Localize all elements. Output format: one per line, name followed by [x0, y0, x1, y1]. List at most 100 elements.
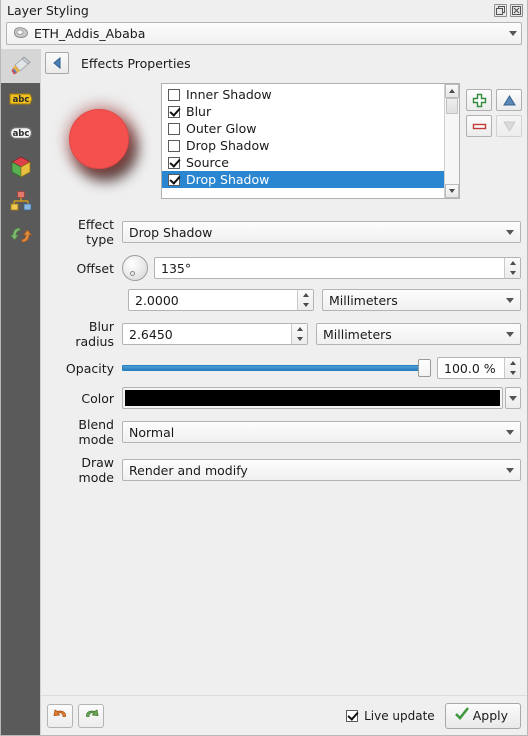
opacity-value: 100.0 % [444, 360, 496, 376]
chevron-down-icon [506, 429, 514, 435]
chevron-down-icon [506, 467, 514, 473]
color-label: Color [81, 390, 114, 406]
offset-angle-row: Offset 135° [47, 255, 521, 281]
blur-radius-spinbox[interactable]: 2.6450 [122, 323, 308, 345]
scrollbar-thumb[interactable] [446, 98, 458, 114]
float-window-icon[interactable] [494, 4, 507, 17]
list-item[interactable]: Source [162, 154, 444, 171]
sidebar-item-masks[interactable]: abc [1, 117, 41, 151]
draw-mode-combo[interactable]: Render and modify [122, 459, 521, 481]
opacity-spinbox[interactable]: 100.0 % [437, 357, 521, 379]
stepper-down-icon[interactable] [505, 368, 520, 378]
color-button[interactable] [122, 387, 503, 409]
effect-label: Drop Shadow [186, 172, 270, 187]
opacity-slider[interactable] [122, 357, 431, 379]
offset-distance-spinbox[interactable]: 2.0000 [128, 289, 314, 311]
sidebar-item-3d-view[interactable] [1, 151, 41, 185]
color-swatch [125, 390, 500, 406]
scroll-down-icon[interactable] [445, 184, 459, 198]
blend-mode-combo[interactable]: Normal [122, 421, 521, 443]
chevron-down-icon [506, 297, 514, 303]
sidebar-item-actions[interactable] [1, 219, 41, 253]
opacity-label: Opacity [65, 360, 114, 376]
stepper-down-icon[interactable] [298, 300, 313, 310]
stepper-up-icon[interactable] [292, 324, 307, 334]
list-item[interactable]: Outer Glow [162, 120, 444, 137]
sidebar-item-symbology[interactable] [1, 49, 41, 83]
opacity-stepper[interactable] [504, 358, 520, 378]
effects-list-scrollbar[interactable] [444, 84, 459, 198]
apply-button[interactable]: Apply [444, 702, 521, 729]
effect-checkbox[interactable] [168, 88, 180, 101]
color-dropdown-button[interactable] [505, 387, 521, 409]
stepper-up-icon[interactable] [298, 290, 313, 300]
offset-angle-stepper[interactable] [504, 258, 520, 278]
offset-unit-combo[interactable]: Millimeters [322, 289, 521, 311]
stepper-down-icon[interactable] [505, 268, 520, 278]
opacity-row: Opacity 100.0 % [47, 357, 521, 379]
stepper-up-icon[interactable] [505, 258, 520, 268]
scroll-up-icon[interactable] [445, 84, 459, 98]
actions-arrows-icon [9, 223, 33, 250]
slider-handle[interactable] [418, 359, 431, 377]
styling-sidebar: abc abc [1, 49, 41, 735]
effects-list[interactable]: Inner Shadow Blur Outer Glow Drop Shadow… [161, 83, 460, 199]
panel-footer: Live update Apply [41, 695, 527, 735]
chevron-down-icon [506, 229, 514, 235]
offset-distance-row: 2.0000 Millimeters [128, 289, 521, 311]
draw-mode-label: Draw mode [78, 455, 114, 485]
effects-list-items: Inner Shadow Blur Outer Glow Drop Shadow… [162, 84, 444, 198]
live-update-box[interactable] [346, 709, 359, 722]
scrollbar-track[interactable] [445, 98, 459, 184]
list-item-selected[interactable]: Drop Shadow [162, 171, 444, 188]
layer-selector-row: ETH_Addis_Ababa [1, 21, 527, 49]
offset-dial[interactable] [122, 255, 148, 281]
add-effect-button[interactable] [466, 89, 492, 111]
effects-header: Effects Properties [41, 49, 527, 77]
effect-checkbox[interactable] [168, 156, 180, 169]
redo-arrow-icon[interactable] [78, 703, 104, 728]
effect-type-combo[interactable]: Drop Shadow [122, 221, 521, 243]
blur-radius-unit-combo[interactable]: Millimeters [316, 323, 521, 345]
paintbrush-icon [9, 53, 33, 80]
offset-angle-value: 135° [161, 260, 192, 276]
effect-checkbox[interactable] [168, 139, 180, 152]
effect-type-value: Drop Shadow [129, 224, 213, 240]
chevron-down-icon [509, 31, 517, 36]
green-check-icon [454, 706, 470, 725]
blur-radius-value: 2.6450 [129, 326, 173, 342]
offset-distance-stepper[interactable] [297, 290, 313, 310]
effect-checkbox[interactable] [168, 173, 180, 186]
blur-radius-stepper[interactable] [291, 324, 307, 344]
stepper-down-icon[interactable] [292, 334, 307, 344]
effects-list-buttons [460, 83, 522, 207]
chevron-down-icon [506, 331, 514, 337]
blend-mode-row: Blend mode Normal [47, 417, 521, 447]
layer-selector-combo[interactable]: ETH_Addis_Ababa [6, 22, 522, 45]
color-row: Color [47, 387, 521, 409]
list-item[interactable]: Blur [162, 103, 444, 120]
panel-title: Layer Styling [7, 3, 89, 18]
effect-type-row: Effect type Drop Shadow [47, 217, 521, 247]
draw-mode-value: Render and modify [129, 462, 248, 478]
undo-arrow-icon[interactable] [47, 703, 73, 728]
remove-effect-button[interactable] [466, 115, 492, 137]
offset-angle-spinbox[interactable]: 135° [154, 257, 521, 279]
layer-styling-panel: Layer Styling ETH_Addis_Ababa abc abc Ef… [0, 0, 528, 736]
blur-radius-unit-value: Millimeters [323, 326, 392, 342]
list-item[interactable]: Drop Shadow [162, 137, 444, 154]
masks-abc-icon: abc [8, 124, 34, 145]
effect-checkbox[interactable] [168, 122, 180, 135]
back-arrow-icon[interactable] [45, 52, 69, 74]
stepper-up-icon[interactable] [505, 358, 520, 368]
effect-checkbox[interactable] [168, 105, 180, 118]
close-icon[interactable] [510, 4, 523, 17]
list-item[interactable]: Inner Shadow [162, 86, 444, 103]
effect-label: Blur [186, 104, 212, 119]
polygon-layer-icon [13, 26, 29, 42]
sidebar-item-labels[interactable]: abc [1, 83, 41, 117]
live-update-checkbox[interactable]: Live update [346, 709, 435, 723]
move-up-button[interactable] [496, 89, 522, 111]
sidebar-item-diagrams[interactable] [1, 185, 41, 219]
offset-label: Offset [76, 260, 114, 276]
